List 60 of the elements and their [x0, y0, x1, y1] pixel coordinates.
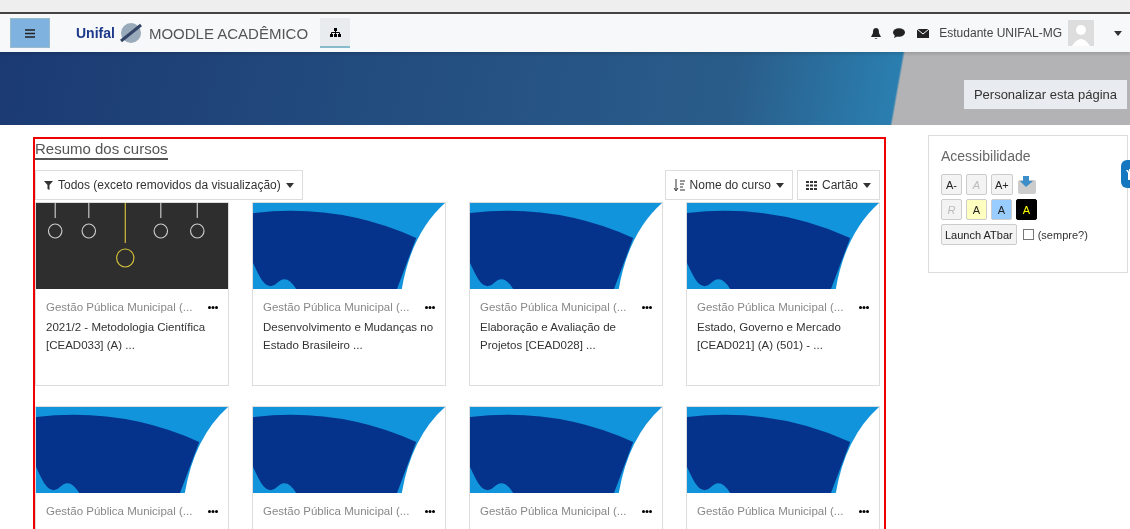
color-scheme-button[interactable]: A — [1016, 199, 1037, 220]
course-name[interactable]: Desenvolvimento e Mudanças no Estado Brasileiro ... — [263, 318, 435, 355]
sitemap-icon — [329, 27, 341, 37]
course-card[interactable]: Gestão Pública Municipal (... Estado, Governo e Mercado [CEAD021] (A) (501) - ... — [686, 202, 880, 386]
color-scheme-button[interactable]: A — [991, 199, 1012, 220]
checkbox-label: (sempre?) — [1037, 228, 1088, 241]
more-icon[interactable] — [859, 305, 869, 309]
font-size-button[interactable]: A+ — [991, 174, 1013, 195]
course-category: Gestão Pública Municipal (... — [46, 301, 193, 313]
customize-page-button[interactable]: Personalizar esta página — [963, 80, 1127, 109]
view-dropdown[interactable]: Cartão — [796, 170, 880, 200]
course-category: Gestão Pública Municipal (... — [263, 301, 410, 313]
more-icon[interactable] — [859, 509, 869, 513]
logo-text[interactable]: Unifal — [76, 25, 115, 41]
font-size-button[interactable]: A- — [941, 174, 962, 195]
more-icon[interactable] — [425, 305, 435, 309]
course-card[interactable]: Gestão Pública Municipal (... Desenvolvimento e Mudanças no Estado Brasileiro ... — [252, 202, 446, 386]
more-icon[interactable] — [642, 509, 652, 513]
grid-icon — [805, 180, 817, 190]
sitemap-button[interactable] — [320, 18, 351, 48]
course-card[interactable]: Gestão Pública Municipal (... — [469, 406, 663, 529]
course-card[interactable]: Gestão Pública Municipal (... — [252, 406, 446, 529]
filter-dropdown[interactable]: Todos (exceto removidos da visualização) — [35, 170, 303, 200]
course-name[interactable]: Estado, Governo e Mercado [CEAD021] (A) (501) - ... — [697, 318, 869, 355]
user-name[interactable]: Estudante UNIFAL-MG — [939, 26, 1062, 40]
bell-icon[interactable] — [871, 27, 882, 39]
caret-icon — [285, 182, 294, 188]
course-category: Gestão Pública Municipal (... — [697, 301, 844, 313]
more-icon[interactable] — [642, 305, 652, 309]
envelope-icon[interactable] — [917, 28, 930, 38]
course-category: Gestão Pública Municipal (... — [697, 505, 844, 517]
sort-dropdown[interactable]: Nome do curso — [664, 170, 793, 200]
course-card[interactable]: Gestão Pública Municipal (... Elaboração e Avaliação de Projetos [CEAD028] ... — [469, 202, 663, 386]
chat-icon[interactable] — [893, 28, 906, 38]
more-icon[interactable] — [208, 509, 218, 513]
site-name[interactable]: MOODLE ACADÊMICO — [148, 24, 309, 42]
caret-icon — [863, 182, 871, 188]
block-title: Resumo dos cursos — [35, 140, 168, 160]
course-name[interactable]: Elaboração e Avaliação de Projetos [CEAD028] ... — [480, 318, 652, 355]
course-card[interactable]: Gestão Pública Municipal (... — [686, 406, 880, 529]
tray-icon[interactable] — [1016, 174, 1037, 195]
color-scheme-button[interactable]: A — [966, 199, 987, 220]
course-category: Gestão Pública Municipal (... — [263, 505, 410, 517]
course-name[interactable]: 2021/2 - Metodologia Científica [CEAD033] (A) ... — [46, 318, 218, 355]
course-category: Gestão Pública Municipal (... — [46, 505, 193, 517]
caret-icon — [1114, 30, 1122, 36]
course-category: Gestão Pública Municipal (... — [480, 505, 627, 517]
launch-atbar-button[interactable]: Launch ATbar — [941, 224, 1017, 245]
block-title: Acessibilidade — [941, 148, 1032, 164]
menu-icon — [25, 28, 35, 38]
filter-icon — [44, 180, 53, 190]
more-icon[interactable] — [208, 305, 218, 309]
more-icon[interactable] — [425, 509, 435, 513]
menu-button[interactable] — [10, 18, 50, 48]
sort-icon — [673, 179, 685, 191]
caret-icon — [775, 182, 784, 188]
checkbox[interactable] — [1022, 229, 1034, 240]
course-card[interactable]: Gestão Pública Municipal (... 2021/2 - Metodologia Científica [CEAD033] (A) ... — [35, 202, 229, 386]
course-card[interactable]: Gestão Pública Municipal (... — [35, 406, 229, 529]
course-category: Gestão Pública Municipal (... — [480, 301, 627, 313]
